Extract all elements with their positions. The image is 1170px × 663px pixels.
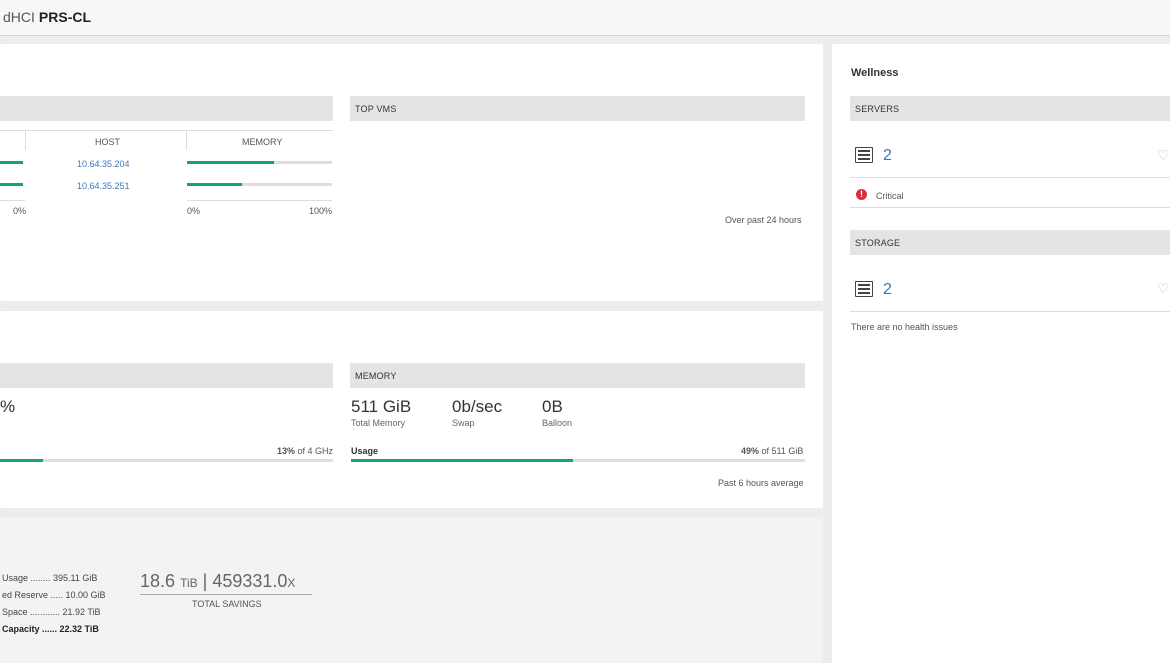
memory-total-label: Total Memory <box>351 418 406 428</box>
servers-status-divider <box>850 207 1170 208</box>
memory-total-value: 511 GiB <box>351 397 412 416</box>
wellness-title: Wellness <box>851 67 899 79</box>
capacity-row-space: Space ............ 21.92 TiB <box>2 607 101 617</box>
memory-balloon-value: 0B <box>542 397 563 416</box>
storage-status: There are no health issues <box>851 322 958 332</box>
col-divider-1 <box>25 130 26 150</box>
row2-host-link[interactable]: 10.64.35.251 <box>77 181 130 191</box>
top-bar: dHCI PRS-CL <box>0 0 1170 36</box>
cpu-value: % <box>0 397 16 416</box>
capacity-row-reserve: ed Reserve ..... 10.00 GiB <box>2 590 106 600</box>
savings-unit: TiB <box>180 576 198 590</box>
axis-line-left <box>0 200 25 201</box>
server-icon <box>855 147 873 163</box>
savings-underline <box>140 594 312 595</box>
cpu-usage-suffix: of 4 GHz <box>295 446 334 456</box>
memory-balloon-label: Balloon <box>542 418 573 428</box>
hosts-section-header <box>0 96 333 121</box>
row2-cpu-bar <box>0 183 23 186</box>
col-host-header: HOST <box>95 137 121 147</box>
row2-memory-bar <box>187 183 332 186</box>
memory-usage-pct: 49% <box>741 446 760 456</box>
hosts-table-header-line <box>0 130 333 131</box>
app-prefix: dHCI <box>3 9 35 25</box>
axis-mem-min: 0% <box>187 206 201 216</box>
col-memory-header: MEMORY <box>242 137 283 147</box>
servers-section-header: SERVERS <box>850 96 1170 121</box>
savings-value: 18.6 TiB | 459331.0X <box>140 571 295 592</box>
memory-usage-text: 49% of 511 GiB <box>741 446 803 456</box>
memory-swap-value: 0b/sec <box>452 397 503 416</box>
storage-section-header: STORAGE <box>850 230 1170 255</box>
savings-separator: | <box>197 571 213 591</box>
storage-divider <box>850 311 1170 312</box>
row1-memory-bar <box>187 161 332 164</box>
cpu-usage-bar <box>0 459 333 462</box>
savings-ratio-unit: X <box>287 576 296 590</box>
top-vms-footer: Over past 24 hours <box>725 215 802 225</box>
axis-line-memory <box>187 200 332 201</box>
memory-section-header: MEMORY <box>350 363 805 388</box>
cpu-usage-text: 13% of 4 GHz <box>277 446 333 456</box>
savings-label: TOTAL SAVINGS <box>192 599 262 609</box>
capacity-row-usage: Usage ........ 395.11 GiB <box>2 573 98 583</box>
hosts-panel: HOST MEMORY 10.64.35.204 10.64.35.251 0%… <box>0 44 823 301</box>
storage-icon <box>855 281 873 297</box>
resources-panel: % 13% of 4 GHz MEMORY 511 GiB Total Memo… <box>0 311 823 508</box>
cluster-name: PRS-CL <box>38 9 92 25</box>
top-vms-header: TOP VMS <box>350 96 805 121</box>
col-divider-2 <box>186 130 187 150</box>
servers-status: Critical <box>876 191 904 201</box>
servers-count-link[interactable]: 2 <box>883 147 892 165</box>
row1-cpu-bar <box>0 161 23 164</box>
app-title: dHCI PRS-CL <box>3 9 91 25</box>
memory-usage-label: Usage <box>351 446 379 456</box>
cpu-usage-pct: 13% <box>277 446 296 456</box>
savings-amount: 18.6 <box>140 571 176 591</box>
cpu-section-header <box>0 363 333 388</box>
servers-health-icon[interactable]: ♡ <box>1157 147 1170 164</box>
capacity-panel: Usage ........ 395.11 GiB ed Reserve ...… <box>0 517 823 663</box>
axis-left-min: 0% <box>13 206 27 216</box>
capacity-row-total: Capacity ...... 22.32 TiB <box>2 624 99 634</box>
axis-mem-max: 100% <box>309 206 333 216</box>
memory-usage-suffix: of 511 GiB <box>759 446 804 456</box>
critical-alert-icon: ! <box>856 189 867 200</box>
row1-host-link[interactable]: 10.64.35.204 <box>77 159 130 169</box>
wellness-panel: Wellness SERVERS 2 ♡ ! Critical STORAGE … <box>832 44 1170 663</box>
storage-health-icon[interactable]: ♡ <box>1157 280 1170 297</box>
memory-usage-bar <box>351 459 805 462</box>
savings-ratio: 459331.0 <box>212 571 288 591</box>
storage-count-link[interactable]: 2 <box>883 281 892 299</box>
memory-swap-label: Swap <box>452 418 475 428</box>
memory-footer: Past 6 hours average <box>718 478 804 488</box>
servers-divider <box>850 177 1170 178</box>
